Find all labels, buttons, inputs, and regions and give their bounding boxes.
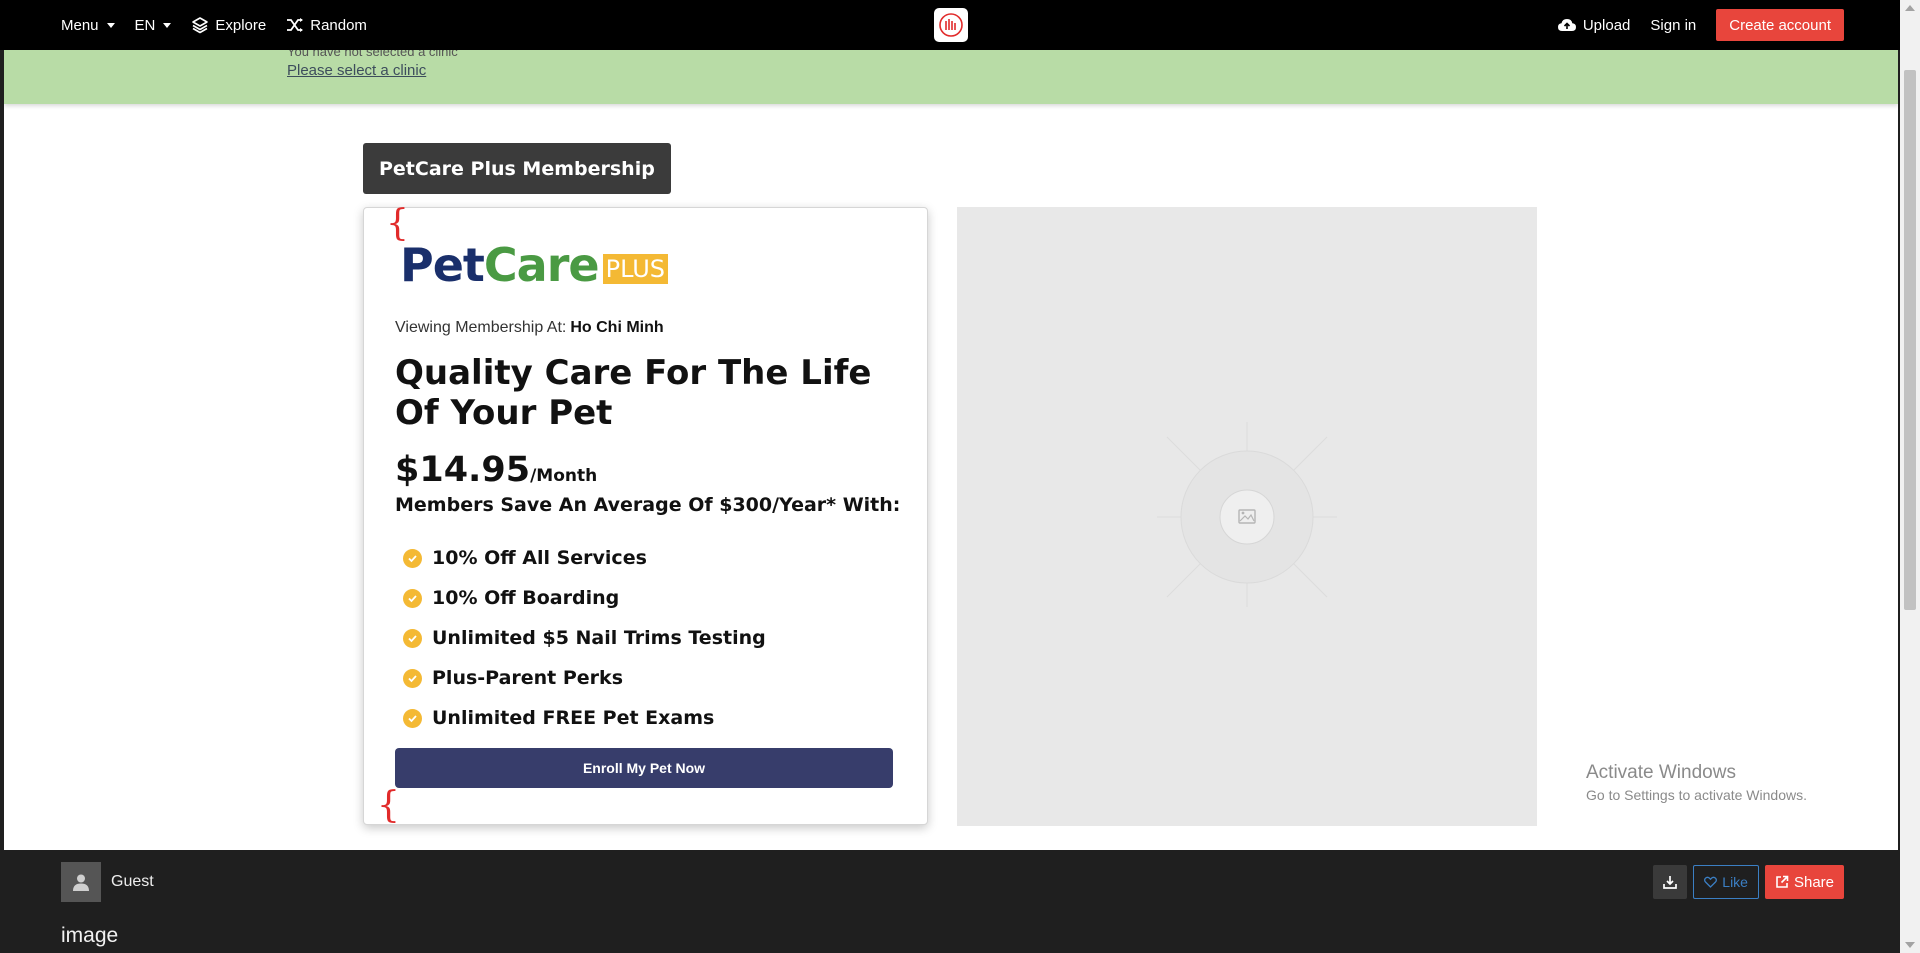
download-button[interactable] bbox=[1653, 865, 1688, 899]
menu-label: Menu bbox=[61, 16, 99, 34]
select-clinic-link[interactable]: Please select a clinic bbox=[287, 62, 426, 79]
benefit-item: 10% Off Boarding bbox=[403, 578, 766, 618]
cloud-upload-icon bbox=[1557, 19, 1576, 31]
share-icon bbox=[1776, 875, 1789, 888]
share-label: Share bbox=[1793, 873, 1834, 891]
brace-decoration: { bbox=[386, 203, 409, 244]
chevron-down-icon bbox=[163, 22, 172, 28]
page-title: PetCare Plus Membership bbox=[363, 143, 671, 194]
watermark-title: Activate Windows bbox=[1586, 762, 1736, 783]
image-title: image bbox=[61, 924, 119, 947]
membership-card: { Pet Care PLUS Viewing Membership At: Ho… bbox=[363, 203, 928, 826]
language-label: EN bbox=[134, 16, 156, 34]
create-account-button[interactable]: Create account bbox=[1716, 9, 1844, 41]
site-logo[interactable] bbox=[934, 8, 968, 42]
benefit-item: Unlimited $5 Nail Trims Testing bbox=[403, 618, 766, 658]
username[interactable]: Guest bbox=[111, 873, 154, 891]
menu-dropdown[interactable]: Menu bbox=[61, 17, 115, 34]
sign-in-label: Sign in bbox=[1650, 16, 1697, 34]
viewing-label: Viewing Membership At: bbox=[395, 319, 567, 336]
sign-in-link[interactable]: Sign in bbox=[1650, 17, 1696, 34]
avatar[interactable] bbox=[61, 862, 101, 902]
brand-care: Care bbox=[483, 238, 600, 292]
shuffle-icon bbox=[287, 18, 304, 32]
upload-label: Upload bbox=[1582, 16, 1631, 34]
scroll-down-arrow-icon[interactable] bbox=[1905, 942, 1915, 948]
benefit-label: 10% Off All Services bbox=[432, 547, 647, 569]
image-actions: Like Share bbox=[1653, 865, 1844, 899]
user-icon bbox=[73, 874, 89, 891]
benefit-label: Plus-Parent Perks bbox=[432, 667, 624, 689]
watermark-subtitle: Go to Settings to activate Windows. bbox=[1586, 787, 1807, 803]
headline: Quality Care For The Life Of Your Pet bbox=[395, 353, 872, 433]
random-label: Random bbox=[310, 16, 367, 34]
brand-plus: PLUS bbox=[602, 254, 669, 284]
chevron-down-icon bbox=[106, 22, 115, 28]
nav-right: Upload Sign in Create account bbox=[1557, 0, 1844, 50]
brand-pet: Pet bbox=[400, 238, 485, 292]
benefit-label: Unlimited FREE Pet Exams bbox=[432, 707, 715, 729]
check-circle-icon bbox=[403, 708, 422, 728]
like-button[interactable]: Like bbox=[1693, 865, 1759, 899]
scroll-up-arrow-icon[interactable] bbox=[1905, 5, 1915, 11]
heart-icon bbox=[1704, 876, 1718, 888]
random-link[interactable]: Random bbox=[286, 17, 367, 34]
check-circle-icon bbox=[403, 588, 422, 608]
price-period: /Month bbox=[530, 466, 598, 486]
image-loading-icon bbox=[1157, 422, 1337, 607]
activate-windows-watermark: Activate Windows Go to Settings to activ… bbox=[1586, 762, 1807, 803]
check-circle-icon bbox=[403, 668, 422, 688]
benefit-label: Unlimited $5 Nail Trims Testing bbox=[432, 627, 766, 649]
benefit-item: Plus-Parent Perks bbox=[403, 658, 766, 698]
check-circle-icon bbox=[403, 628, 422, 648]
clinic-banner: You have not selected a clinic Please se… bbox=[4, 50, 1898, 104]
like-label: Like bbox=[1722, 874, 1748, 890]
check-circle-icon bbox=[403, 548, 422, 568]
scroll-thumb[interactable] bbox=[1904, 70, 1916, 610]
upload-link[interactable]: Upload bbox=[1557, 16, 1631, 34]
share-button[interactable]: Share bbox=[1764, 865, 1844, 899]
benefit-label: 10% Off Boarding bbox=[432, 587, 620, 609]
benefit-item: Unlimited FREE Pet Exams bbox=[403, 698, 766, 738]
image-placeholder bbox=[957, 207, 1537, 826]
explore-link[interactable]: Explore bbox=[191, 16, 266, 34]
viewing-city: Ho Chi Minh bbox=[570, 319, 664, 336]
bottom-bar: Guest image Like Share bbox=[0, 850, 1900, 953]
logo-icon bbox=[939, 13, 963, 37]
vertical-scrollbar[interactable] bbox=[1900, 0, 1920, 953]
enroll-button[interactable]: Enroll My Pet Now bbox=[395, 748, 893, 788]
savings-text: Members Save An Average Of $300/Year* Wi… bbox=[395, 494, 901, 516]
clinic-status-text: You have not selected a clinic bbox=[287, 50, 458, 59]
brace-decoration: { bbox=[377, 785, 400, 826]
main-content: You have not selected a clinic Please se… bbox=[4, 50, 1898, 850]
nav-left: Menu EN Explore Random bbox=[61, 0, 367, 50]
viewing-location: Viewing Membership At: Ho Chi Minh bbox=[395, 319, 664, 337]
price: $14.95 bbox=[395, 450, 531, 490]
top-navbar: Menu EN Explore Random Upload Sign in Cr… bbox=[0, 0, 1900, 50]
download-icon bbox=[1663, 876, 1678, 889]
explore-label: Explore bbox=[215, 16, 267, 34]
benefits-list: 10% Off All Services 10% Off Boarding Un… bbox=[403, 538, 766, 738]
price-line: $14.95/Month bbox=[395, 450, 597, 490]
petcare-plus-logo: Pet Care PLUS bbox=[400, 238, 669, 292]
language-dropdown[interactable]: EN bbox=[135, 17, 172, 34]
layers-icon bbox=[192, 17, 209, 34]
benefit-item: 10% Off All Services bbox=[403, 538, 766, 578]
